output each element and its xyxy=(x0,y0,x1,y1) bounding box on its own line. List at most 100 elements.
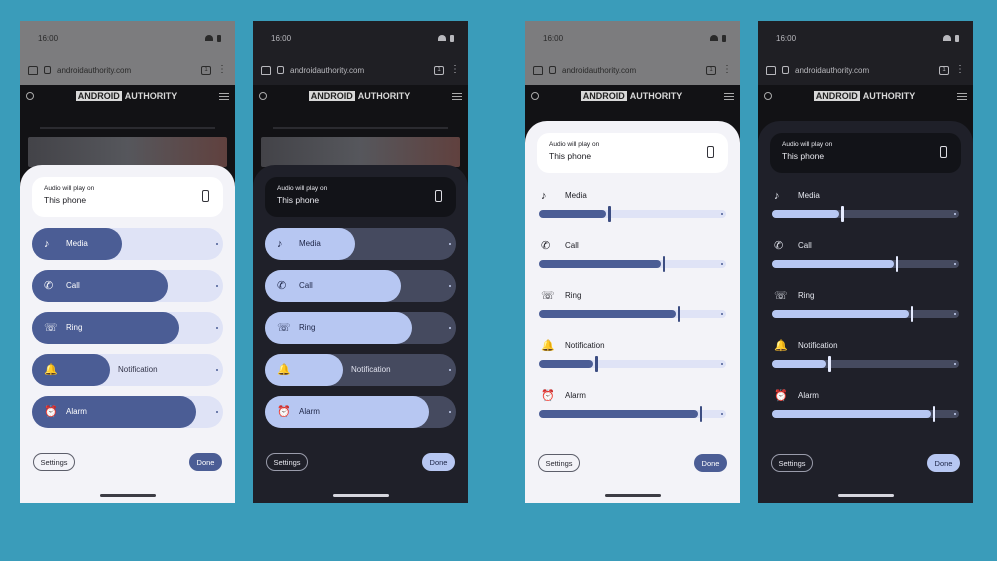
volume-slider-media[interactable]: ♪ Media xyxy=(772,190,959,230)
volume-slider-call[interactable]: ✆ Call xyxy=(539,240,726,280)
slider-thumb[interactable] xyxy=(595,356,598,372)
output-device-card[interactable]: Audio will play on This phone xyxy=(537,133,728,173)
url-text[interactable]: androidauthority.com xyxy=(290,66,428,75)
gesture-nav-bar[interactable] xyxy=(605,494,661,497)
site-logo[interactable]: ANDROID AUTHORITY xyxy=(75,91,177,101)
slider-thumb[interactable] xyxy=(608,206,611,222)
end-dot xyxy=(721,363,723,365)
slider-thumb[interactable] xyxy=(895,256,899,272)
volume-slider-media[interactable]: ♪ Media xyxy=(539,190,726,230)
more-menu-icon[interactable]: ⋮ xyxy=(450,65,460,75)
settings-button[interactable]: Settings xyxy=(33,453,75,471)
slider-track[interactable] xyxy=(772,306,959,322)
volume-slider-ring[interactable]: ☏ Ring xyxy=(32,312,223,344)
tab-count-icon[interactable]: 1 xyxy=(939,65,949,75)
home-icon[interactable] xyxy=(766,65,776,75)
slider-thumb[interactable] xyxy=(699,406,703,422)
volume-slider-alarm[interactable]: ⏰ Alarm xyxy=(539,390,726,430)
output-device-card[interactable]: Audio will play on This phone xyxy=(265,177,456,217)
search-icon[interactable] xyxy=(259,92,267,100)
volume-slider-call[interactable]: ✆ Call xyxy=(265,270,456,302)
slider-fill xyxy=(539,260,661,268)
slider-track[interactable] xyxy=(539,406,726,422)
volume-label: Call xyxy=(299,281,313,290)
url-text[interactable]: androidauthority.com xyxy=(57,66,195,75)
done-button[interactable]: Done xyxy=(694,454,727,472)
browser-address-bar[interactable]: androidauthority.com 1 ⋮ xyxy=(758,55,973,85)
slider-track[interactable] xyxy=(539,256,726,272)
browser-address-bar[interactable]: androidauthority.com 1 ⋮ xyxy=(525,55,740,85)
volume-slider-alarm[interactable]: ⏰ Alarm xyxy=(265,396,456,428)
slider-thumb[interactable] xyxy=(910,306,913,322)
tab-count-icon[interactable]: 1 xyxy=(434,65,444,75)
more-menu-icon[interactable]: ⋮ xyxy=(955,65,965,75)
volume-slider-ring[interactable]: ☏ Ring xyxy=(265,312,456,344)
tab-count-icon[interactable]: 1 xyxy=(201,65,211,75)
volume-label: Media xyxy=(299,239,321,248)
hamburger-menu-icon[interactable] xyxy=(452,92,462,100)
hamburger-menu-icon[interactable] xyxy=(219,92,229,100)
slider-thumb[interactable] xyxy=(841,206,844,222)
volume-slider-call[interactable]: ✆ Call xyxy=(32,270,223,302)
volume-slider-call[interactable]: ✆ Call xyxy=(772,240,959,280)
slider-track[interactable] xyxy=(772,406,959,422)
tab-count-icon[interactable]: 1 xyxy=(706,65,716,75)
output-device-card[interactable]: Audio will play on This phone xyxy=(32,177,223,217)
volume-slider-media[interactable]: ♪ Media xyxy=(32,228,223,260)
url-text[interactable]: androidauthority.com xyxy=(795,66,933,75)
url-text[interactable]: androidauthority.com xyxy=(562,66,700,75)
volume-slider-ring[interactable]: ☏ Ring xyxy=(772,290,959,330)
slider-thumb[interactable] xyxy=(932,406,936,422)
end-dot xyxy=(216,411,218,413)
volume-slider-notification[interactable]: 🔔 Notification xyxy=(772,340,959,380)
phone-device-icon xyxy=(940,146,947,158)
volume-slider-alarm[interactable]: ⏰ Alarm xyxy=(772,390,959,430)
bell-icon: 🔔 xyxy=(44,364,58,376)
gesture-nav-bar[interactable] xyxy=(333,494,389,497)
volume-label: Ring xyxy=(798,291,815,300)
home-icon[interactable] xyxy=(261,65,271,75)
volume-slider-notification[interactable]: 🔔 Notification xyxy=(32,354,223,386)
volume-label: Ring xyxy=(565,291,582,300)
gesture-nav-bar[interactable] xyxy=(838,494,894,497)
output-device-card[interactable]: Audio will play on This phone xyxy=(770,133,961,173)
volume-slider-alarm[interactable]: ⏰ Alarm xyxy=(32,396,223,428)
done-button[interactable]: Done xyxy=(927,454,960,472)
home-icon[interactable] xyxy=(533,65,543,75)
volume-label: Notification xyxy=(798,341,838,350)
site-logo[interactable]: ANDROID AUTHORITY xyxy=(308,91,410,101)
phone-call-icon: ✆ xyxy=(277,280,287,292)
slider-thumb[interactable] xyxy=(677,306,680,322)
volume-slider-notification[interactable]: 🔔 Notification xyxy=(265,354,456,386)
hamburger-menu-icon[interactable] xyxy=(957,92,967,100)
settings-button[interactable]: Settings xyxy=(266,453,308,471)
done-button[interactable]: Done xyxy=(189,453,222,471)
slider-thumb[interactable] xyxy=(828,356,831,372)
browser-address-bar[interactable]: androidauthority.com 1 ⋮ xyxy=(20,55,235,85)
search-icon[interactable] xyxy=(531,92,539,100)
volume-label: Media xyxy=(798,191,820,200)
slider-track[interactable] xyxy=(772,356,959,372)
site-logo[interactable]: ANDROID AUTHORITY xyxy=(813,91,915,101)
gesture-nav-bar[interactable] xyxy=(100,494,156,497)
slider-track[interactable] xyxy=(539,306,726,322)
settings-button[interactable]: Settings xyxy=(538,454,580,472)
home-icon[interactable] xyxy=(28,65,38,75)
site-logo[interactable]: ANDROID AUTHORITY xyxy=(580,91,682,101)
more-menu-icon[interactable]: ⋮ xyxy=(217,65,227,75)
done-button[interactable]: Done xyxy=(422,453,455,471)
slider-track[interactable] xyxy=(539,356,726,372)
browser-address-bar[interactable]: androidauthority.com 1 ⋮ xyxy=(253,55,468,85)
slider-track[interactable] xyxy=(539,206,726,222)
volume-slider-notification[interactable]: 🔔 Notification xyxy=(539,340,726,380)
volume-slider-ring[interactable]: ☏ Ring xyxy=(539,290,726,330)
slider-track[interactable] xyxy=(772,206,959,222)
slider-track[interactable] xyxy=(772,256,959,272)
slider-thumb[interactable] xyxy=(662,256,666,272)
search-icon[interactable] xyxy=(764,92,772,100)
volume-slider-media[interactable]: ♪ Media xyxy=(265,228,456,260)
settings-button[interactable]: Settings xyxy=(771,454,813,472)
search-icon[interactable] xyxy=(26,92,34,100)
more-menu-icon[interactable]: ⋮ xyxy=(722,65,732,75)
hamburger-menu-icon[interactable] xyxy=(724,92,734,100)
